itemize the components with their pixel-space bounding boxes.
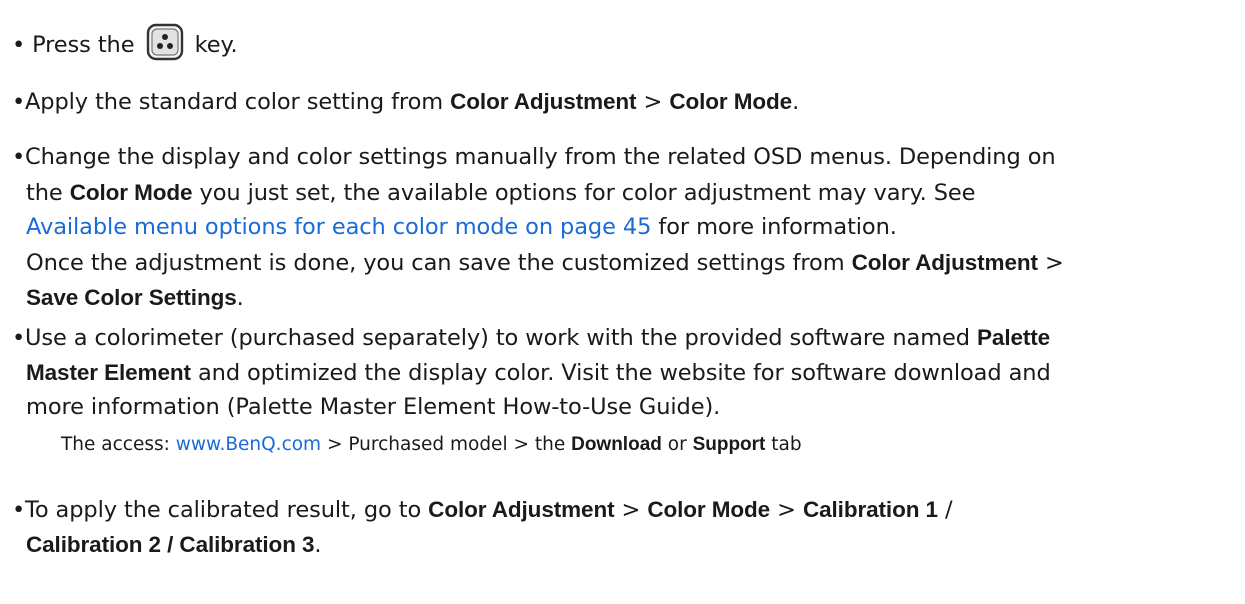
menu-ref: Color Mode: [69, 180, 193, 205]
bullet: •: [12, 89, 26, 115]
list-item: •Use a colorimeter (purchased separately…: [12, 320, 1237, 425]
menu-ref: Color Adjustment: [428, 497, 615, 522]
note-text: > Purchased model > the: [321, 434, 572, 455]
menu-ref: Color Mode: [647, 497, 771, 522]
item-text: >: [770, 497, 803, 523]
item-text: .: [236, 285, 244, 311]
menu-ref: Save Color Settings: [26, 285, 237, 310]
item-text: key.: [194, 32, 238, 58]
access-note: The access: www.BenQ.com > Purchased mod…: [61, 432, 802, 458]
list-item: • Press the key.: [12, 23, 1237, 63]
support-tab-ref: Support: [692, 434, 766, 455]
item-text: and optimized the display color. Visit t…: [190, 360, 1051, 386]
item-text: >: [614, 497, 648, 523]
bullet: •: [12, 497, 26, 523]
item-text: Once the adjustment is done, you can sav…: [26, 250, 852, 276]
software-name: Master Element: [26, 360, 191, 385]
item-text: the: [26, 180, 70, 206]
item-text: Change the display and color settings ma…: [25, 144, 1056, 170]
menu-ref: Calibration 1: [802, 497, 938, 522]
item-text: for more information.: [651, 214, 897, 240]
page-reference-link[interactable]: Available menu options for each color mo…: [26, 214, 651, 240]
item-text: .: [314, 532, 322, 558]
download-tab-ref: Download: [571, 434, 662, 455]
joystick-key-icon: [146, 23, 184, 61]
item-text: Apply the standard color setting from: [25, 89, 451, 115]
list-item: •Change the display and color settings m…: [12, 140, 1237, 315]
list-item: •Apply the standard color setting from C…: [12, 84, 1237, 119]
item-text: >: [636, 89, 670, 115]
item-text: Press the: [32, 32, 135, 58]
bullet: •: [12, 325, 26, 351]
menu-ref: Color Adjustment: [851, 250, 1038, 275]
item-text: /: [937, 497, 953, 523]
item-text: Use a colorimeter (purchased separately)…: [25, 325, 977, 351]
item-text: >: [1037, 250, 1064, 276]
document-page: • Press the key. •Apply the standard col…: [0, 0, 1245, 604]
menu-ref: Calibration 2 / Calibration 3: [26, 532, 315, 557]
software-name: Palette: [977, 325, 1051, 350]
item-text: more information (Palette Master Element…: [26, 394, 721, 420]
item-text: you just set, the available options for …: [192, 180, 976, 206]
menu-ref: Color Mode: [669, 89, 793, 114]
item-text: .: [792, 89, 800, 115]
item-text: To apply the calibrated result, go to: [25, 497, 429, 523]
bullet: •: [12, 32, 26, 58]
benq-website-link[interactable]: www.BenQ.com: [176, 434, 321, 455]
note-text: or: [661, 434, 693, 455]
note-text: The access:: [61, 434, 176, 455]
note-text: tab: [765, 434, 802, 455]
menu-ref: Color Adjustment: [450, 89, 637, 114]
bullet: •: [12, 144, 26, 170]
list-item: •To apply the calibrated result, go to C…: [12, 492, 1237, 562]
